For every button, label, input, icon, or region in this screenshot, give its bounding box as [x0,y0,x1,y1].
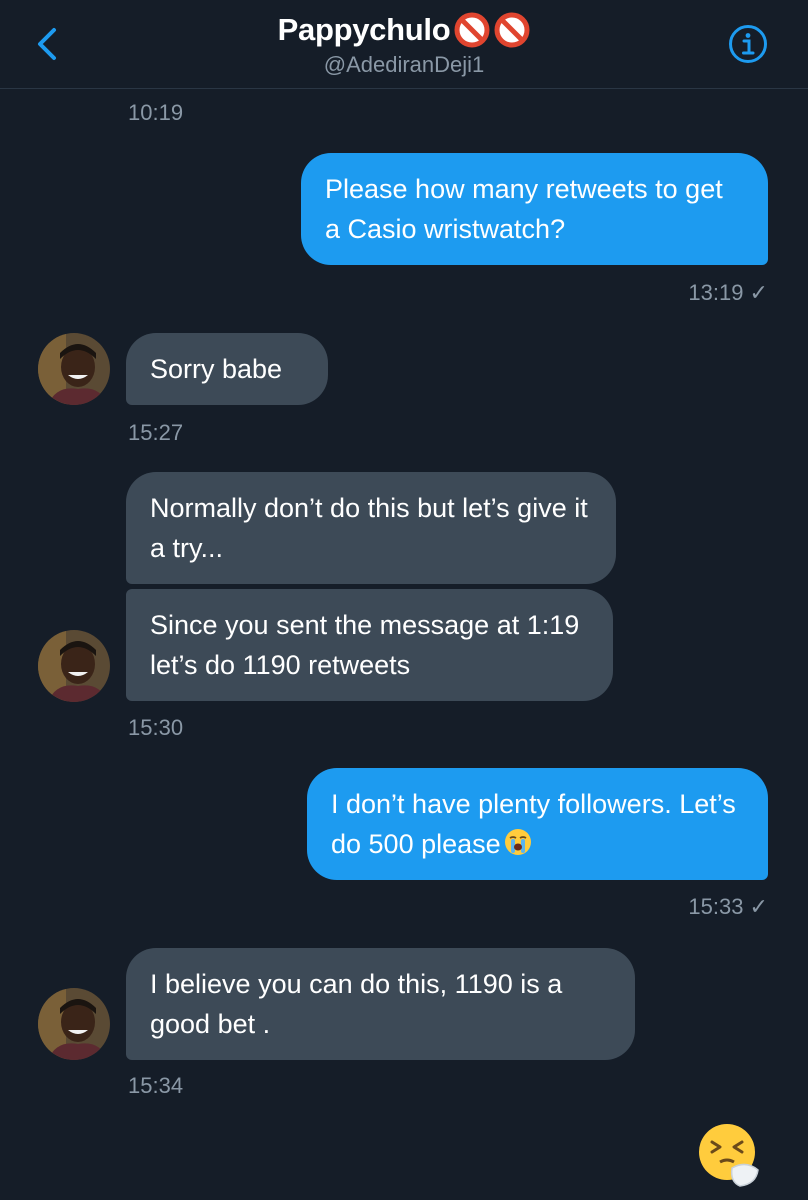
outgoing-message-bubble[interactable]: Please how many retweets to get a Casio … [301,153,768,265]
incoming-message-bubble[interactable]: I believe you can do this, 1190 is a goo… [126,948,635,1060]
contact-avatar-image [38,988,110,1060]
contact-avatar-image [38,333,110,405]
no-entry-emoji-icon [494,12,530,48]
message-text: Since you sent the message at 1:19 let’s… [150,610,580,680]
info-icon [729,25,767,63]
info-button[interactable] [728,24,768,64]
conversation-header: Pappychulo @AdediranDeji1 [0,0,808,89]
message-text: I don’t have plenty followers. Let’s do … [331,789,736,859]
message-timestamp: 15:30 [128,715,184,740]
avatar[interactable] [38,333,110,405]
contact-avatar-image [38,630,110,702]
no-entry-emoji-icon [454,12,490,48]
incoming-message-bubble[interactable]: Since you sent the message at 1:19 let’s… [126,589,613,701]
message-text: I believe you can do this, 1190 is a goo… [150,969,563,1039]
avatar[interactable] [38,988,110,1060]
outgoing-message-bubble[interactable]: I don’t have plenty followers. Let’s do … [307,768,768,880]
message-timestamp: 15:34 [128,1073,184,1098]
message-text: Please how many retweets to get a Casio … [325,174,723,244]
message-text: Normally don’t do this but let’s give it… [150,493,588,563]
message-text: Sorry babe [150,354,283,384]
loudly-crying-face-emoji-icon [504,829,531,855]
contact-handle: @AdediranDeji1 [323,52,485,77]
message-timestamp: 13:19 ✓ [688,280,768,305]
avatar[interactable] [38,630,110,702]
message-timestamp: 15:27 [128,420,184,445]
message-timestamp: 10:19 [128,100,184,125]
contact-name: Pappychulo [277,12,451,47]
incoming-message-bubble[interactable]: Normally don’t do this but let’s give it… [126,472,616,584]
sneezing-face-emoji-icon [699,1124,759,1187]
message-timestamp: 15:33 ✓ [688,894,768,919]
emoji-message[interactable] [696,1122,762,1188]
conversation-title[interactable]: Pappychulo @AdediranDeji1 [0,12,808,78]
incoming-message-bubble[interactable]: Sorry babe [126,333,328,405]
